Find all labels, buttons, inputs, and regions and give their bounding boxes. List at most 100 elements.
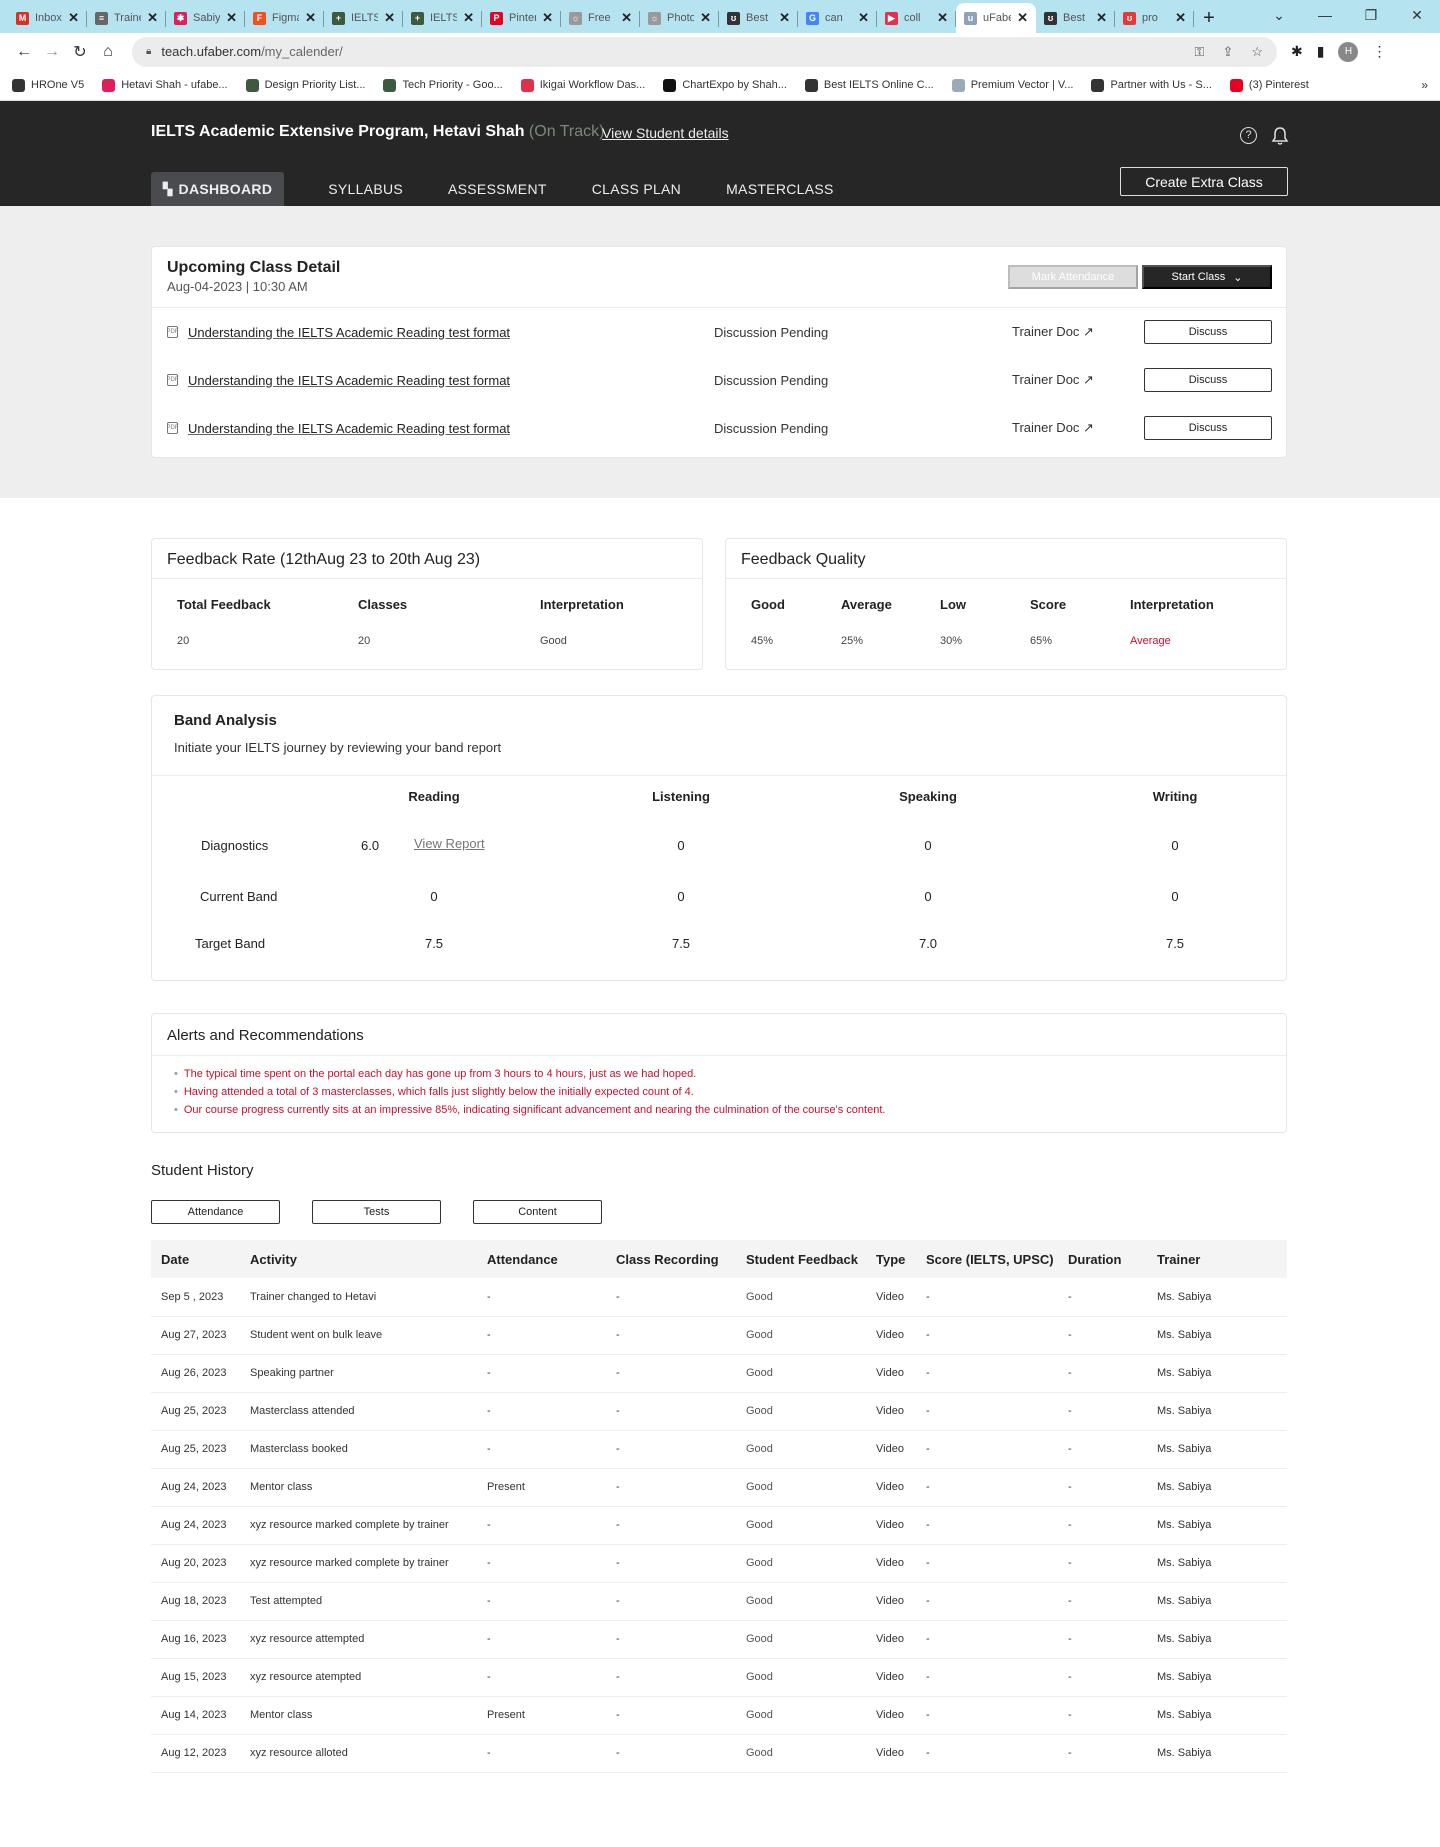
bookmark-item[interactable]: Premium Vector | V... xyxy=(951,78,1073,92)
nav-tab-label: ASSESSMENT xyxy=(448,181,547,197)
close-tab-icon[interactable]: ✕ xyxy=(147,10,158,26)
table-cell: - xyxy=(606,1582,736,1621)
key-icon[interactable]: ⚿ xyxy=(1195,44,1205,60)
view-report-link[interactable]: View Report xyxy=(414,836,485,851)
bookmark-item[interactable]: Ikigai Workflow Das... xyxy=(520,78,645,92)
close-tab-icon[interactable]: ✕ xyxy=(384,10,395,26)
close-tab-icon[interactable]: ✕ xyxy=(226,10,237,26)
nav-tab-class-plan[interactable]: CLASS PLAN xyxy=(592,172,681,206)
table-cell: Good xyxy=(736,1354,866,1393)
url-input[interactable]: 🔒︎ teach.ufaber.com/my_calender/ ⚿ ⇪ ☆ xyxy=(132,36,1277,67)
alert-item: The typical time spent on the portal eac… xyxy=(174,1068,1286,1086)
browser-tab[interactable]: uuFaber ✕ xyxy=(956,3,1036,33)
bookmark-item[interactable]: Partner with Us - S... xyxy=(1091,78,1212,92)
mark-attendance-button[interactable]: Mark Attendance xyxy=(1008,265,1138,289)
discuss-button[interactable]: Discuss xyxy=(1144,416,1272,440)
share-icon[interactable]: ⇪ xyxy=(1222,44,1233,60)
help-icon[interactable]: ? xyxy=(1240,127,1257,144)
minimize-icon[interactable]: — xyxy=(1302,7,1348,23)
close-tab-icon[interactable]: ✕ xyxy=(779,10,790,26)
start-class-button[interactable]: Start Class ⌄ xyxy=(1142,265,1272,289)
close-tab-icon[interactable]: ✕ xyxy=(305,10,316,26)
close-tab-icon[interactable]: ✕ xyxy=(1175,10,1186,26)
table-cell: Trainer changed to Hetavi xyxy=(240,1278,477,1317)
column-header: Classes xyxy=(358,597,408,612)
lock-icon: 🔒︎ xyxy=(146,46,152,57)
browser-tab[interactable]: ☼ Photo ✕ xyxy=(640,3,719,33)
close-tab-icon[interactable]: ✕ xyxy=(1096,10,1107,26)
close-tab-icon[interactable]: ✕ xyxy=(937,10,948,26)
create-extra-class-button[interactable]: Create Extra Class xyxy=(1120,167,1288,196)
trainer-doc-link[interactable]: Trainer Doc ↗ xyxy=(1012,372,1094,388)
close-window-icon[interactable]: ✕ xyxy=(1394,7,1440,24)
filter-attendance-button[interactable]: Attendance xyxy=(151,1200,280,1224)
topic-link[interactable]: Understanding the IELTS Academic Reading… xyxy=(188,373,510,388)
filter-content-button[interactable]: Content xyxy=(473,1200,602,1224)
close-tab-icon[interactable]: ✕ xyxy=(1017,10,1028,26)
menu-kebab-icon[interactable]: ⋮ xyxy=(1372,43,1386,60)
browser-tab[interactable]: + IELTS ✕ xyxy=(403,3,482,33)
bookmark-item[interactable]: Design Priority List... xyxy=(245,78,365,92)
close-tab-icon[interactable]: ✕ xyxy=(463,10,474,26)
nav-tab-assessment[interactable]: ASSESSMENT xyxy=(448,172,547,206)
extensions-icon[interactable]: ✱ xyxy=(1291,43,1303,60)
browser-tab[interactable]: M Inbox ✕ xyxy=(8,3,87,33)
tab-search-icon[interactable]: ⌄ xyxy=(1256,7,1302,24)
reload-icon[interactable]: ↻ xyxy=(66,42,94,62)
discuss-button[interactable]: Discuss xyxy=(1144,320,1272,344)
topic-link[interactable]: Understanding the IELTS Academic Reading… xyxy=(188,421,510,436)
table-cell: Ms. Sabiya xyxy=(1147,1430,1287,1469)
nav-tab-dashboard[interactable]: ▚ DASHBOARD xyxy=(151,172,285,206)
browser-tab[interactable]: F Figma ✕ xyxy=(245,3,324,33)
restore-icon[interactable]: ❐ xyxy=(1348,7,1394,24)
browser-tab[interactable]: ʊ Best ✕ xyxy=(719,3,798,33)
bookmark-item[interactable]: Tech Priority - Goo... xyxy=(383,78,503,92)
band-score: 0 xyxy=(677,838,685,853)
bookmark-item[interactable]: HROne V5 xyxy=(12,78,84,92)
bookmark-item[interactable]: Best IELTS Online C... xyxy=(804,78,934,92)
topic-link[interactable]: Understanding the IELTS Academic Reading… xyxy=(188,325,510,340)
table-cell: Ms. Sabiya xyxy=(1147,1392,1287,1431)
browser-tab[interactable]: P Pinterest ✕ xyxy=(482,3,561,33)
close-tab-icon[interactable]: ✕ xyxy=(68,10,79,26)
close-tab-icon[interactable]: ✕ xyxy=(621,10,632,26)
bookmark-item[interactable]: ChartExpo by Shah... xyxy=(663,78,787,92)
bookmark-star-icon[interactable]: ☆ xyxy=(1251,44,1263,60)
table-cell: - xyxy=(477,1316,606,1355)
new-tab-button[interactable]: + xyxy=(1194,3,1224,33)
close-tab-icon[interactable]: ✕ xyxy=(700,10,711,26)
browser-tab[interactable]: ▶ coll ✕ xyxy=(877,3,956,33)
side-panel-icon[interactable]: ▮ xyxy=(1317,43,1325,60)
bell-icon[interactable] xyxy=(1271,126,1289,146)
table-cell: Good xyxy=(736,1278,866,1317)
close-tab-icon[interactable]: ✕ xyxy=(542,10,553,26)
browser-tab[interactable]: ≡ Trainer ✕ xyxy=(87,3,166,33)
nav-tab-masterclass[interactable]: MASTERCLASS xyxy=(726,172,834,206)
view-student-details-link[interactable]: View Student details xyxy=(602,125,729,141)
nav-tab-syllabus[interactable]: SYLLABUS xyxy=(328,172,403,206)
table-cell: Test attempted xyxy=(240,1582,477,1621)
trainer-doc-link[interactable]: Trainer Doc ↗ xyxy=(1012,324,1094,340)
tab-title: Pinterest xyxy=(509,12,537,24)
back-icon[interactable]: ← xyxy=(10,43,38,61)
browser-tab[interactable]: ☼ Free ✕ xyxy=(561,3,640,33)
close-tab-icon[interactable]: ✕ xyxy=(858,10,869,26)
table-cell: - xyxy=(1058,1316,1147,1355)
discuss-button[interactable]: Discuss xyxy=(1144,368,1272,392)
bookmark-item[interactable]: (3) Pinterest xyxy=(1229,78,1309,92)
browser-tab[interactable]: + IELTS ✕ xyxy=(324,3,403,33)
home-icon[interactable]: ⌂ xyxy=(94,43,122,61)
bookmarks-overflow-button[interactable]: » xyxy=(1421,78,1428,92)
table-cell: Good xyxy=(736,1316,866,1355)
browser-tab[interactable]: ✱ Sabiya ✕ xyxy=(166,3,245,33)
bookmark-item[interactable]: Hetavi Shah - ufabe... xyxy=(102,78,228,92)
browser-tab[interactable]: ʊ pro ✕ xyxy=(1115,3,1194,33)
table-cell: Aug 15, 2023 xyxy=(151,1658,240,1697)
forward-icon[interactable]: → xyxy=(38,43,66,61)
browser-tab[interactable]: ʊ Best ✕ xyxy=(1036,3,1115,33)
browser-tab[interactable]: Gcan ✕ xyxy=(798,3,877,33)
profile-avatar[interactable]: H xyxy=(1338,41,1359,62)
ufaber-icon: ʊ xyxy=(1123,11,1136,25)
filter-tests-button[interactable]: Tests xyxy=(312,1200,441,1224)
trainer-doc-link[interactable]: Trainer Doc ↗ xyxy=(1012,420,1094,436)
